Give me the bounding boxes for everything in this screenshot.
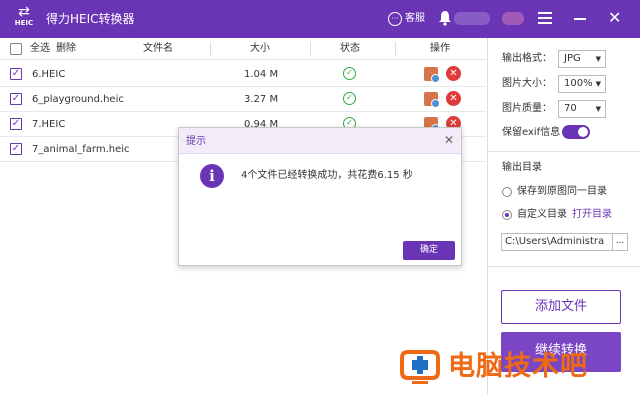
remove-file-icon[interactable]: ✕ [446,66,461,81]
column-status: 状态 [340,43,360,54]
custom-dir-radio[interactable] [502,210,512,220]
file-name: 6_playground.heic [32,94,124,105]
ok-button[interactable]: 确定 [403,241,455,260]
close-icon[interactable]: ✕ [444,133,454,147]
output-path-field[interactable]: C:\Users\Administra [501,233,613,251]
select-all-label[interactable]: 全选 [30,43,50,55]
image-quality-value: 70 [564,103,577,114]
table-row[interactable]: ✓ 6.HEIC 1.04 M ✓ ✕ [0,62,486,87]
dialog-header: 提示 ✕ [179,128,461,154]
column-divider [395,42,396,56]
column-divider [210,42,211,56]
chevron-down-icon: ▼ [595,80,601,88]
vip-badge[interactable] [502,12,524,25]
image-quality-select[interactable]: 70 ▼ [558,100,606,118]
convert-arrows-icon: ⇄ [18,4,30,20]
chat-icon: ··· [388,12,402,26]
open-location-icon[interactable] [424,67,440,83]
image-size-value: 100% [564,78,593,89]
open-location-icon[interactable] [424,92,440,108]
select-all-checkbox[interactable] [10,43,22,55]
watermark: 电脑技术吧 [398,344,638,390]
column-divider [310,42,311,56]
delete-button[interactable]: 删除 [56,43,76,55]
table-row[interactable]: ✓ 6_playground.heic 3.27 M ✓ ✕ [0,87,486,112]
chevron-down-icon: ▼ [595,105,601,113]
column-filename: 文件名 [143,43,173,54]
list-header: 全选 删除 文件名 大小 状态 操作 [0,38,486,60]
divider [488,151,640,152]
user-account-area[interactable] [454,12,490,25]
file-name: 7.HEIC [32,119,66,130]
file-size: 1.04 M [244,69,279,80]
customer-service-label: 客服 [405,13,425,24]
file-name: 6.HEIC [32,69,66,80]
watermark-logo-icon [400,350,440,384]
image-size-label: 图片大小： [502,78,552,89]
file-size: 3.27 M [244,94,279,105]
divider [488,266,640,267]
keep-exif-label: 保留exif信息 [502,127,561,138]
image-quality-label: 图片质量： [502,103,552,114]
info-icon: i [200,164,224,188]
custom-dir-label[interactable]: 自定义目录 [517,208,567,221]
row-checkbox[interactable]: ✓ [10,68,22,80]
title-bar: ⇄ HEIC 得力HEIC转换器 ··· 客服 ✕ [0,0,640,38]
chevron-down-icon: ▼ [595,55,601,63]
column-actions: 操作 [430,43,450,54]
dialog-message: 4个文件已经转换成功，共花费6.15 秒 [241,170,413,181]
row-checkbox[interactable]: ✓ [10,93,22,105]
image-size-select[interactable]: 100% ▼ [558,75,606,93]
add-file-button[interactable]: 添加文件 [501,290,621,324]
output-format-value: JPG [564,53,581,64]
row-checkbox[interactable]: ✓ [10,118,22,130]
app-title: 得力HEIC转换器 [46,12,135,26]
settings-panel: 输出格式： JPG ▼ 图片大小： 100% ▼ 图片质量： 70 ▼ 保留ex… [487,38,640,395]
info-dialog: 提示 ✕ i 4个文件已经转换成功，共花费6.15 秒 确定 [178,127,462,266]
same-dir-radio[interactable] [502,187,512,197]
column-size: 大小 [250,43,270,54]
same-dir-label[interactable]: 保存到原图同一目录 [517,185,607,198]
output-dir-title: 输出目录 [502,162,542,173]
close-window-icon[interactable]: ✕ [608,10,621,26]
customer-service-button[interactable]: ··· 客服 [388,11,425,27]
browse-button[interactable]: ... [612,233,628,251]
logo-text: HEIC [14,19,34,27]
menu-icon[interactable] [538,12,552,24]
file-name: 7_animal_farm.heic [32,144,130,155]
output-format-label: 输出格式： [502,53,552,64]
app-logo: ⇄ HEIC [10,5,38,33]
open-dir-link[interactable]: 打开目录 [572,208,612,221]
remove-file-icon[interactable]: ✕ [446,91,461,106]
success-icon: ✓ [343,92,356,105]
output-format-select[interactable]: JPG ▼ [558,50,606,68]
minimize-icon[interactable] [574,18,586,20]
row-checkbox[interactable]: ✓ [10,143,22,155]
user-icon[interactable] [438,10,452,26]
success-icon: ✓ [343,67,356,80]
watermark-text: 电脑技术吧 [448,351,588,382]
dialog-title: 提示 [186,136,206,147]
keep-exif-toggle[interactable] [562,125,590,139]
